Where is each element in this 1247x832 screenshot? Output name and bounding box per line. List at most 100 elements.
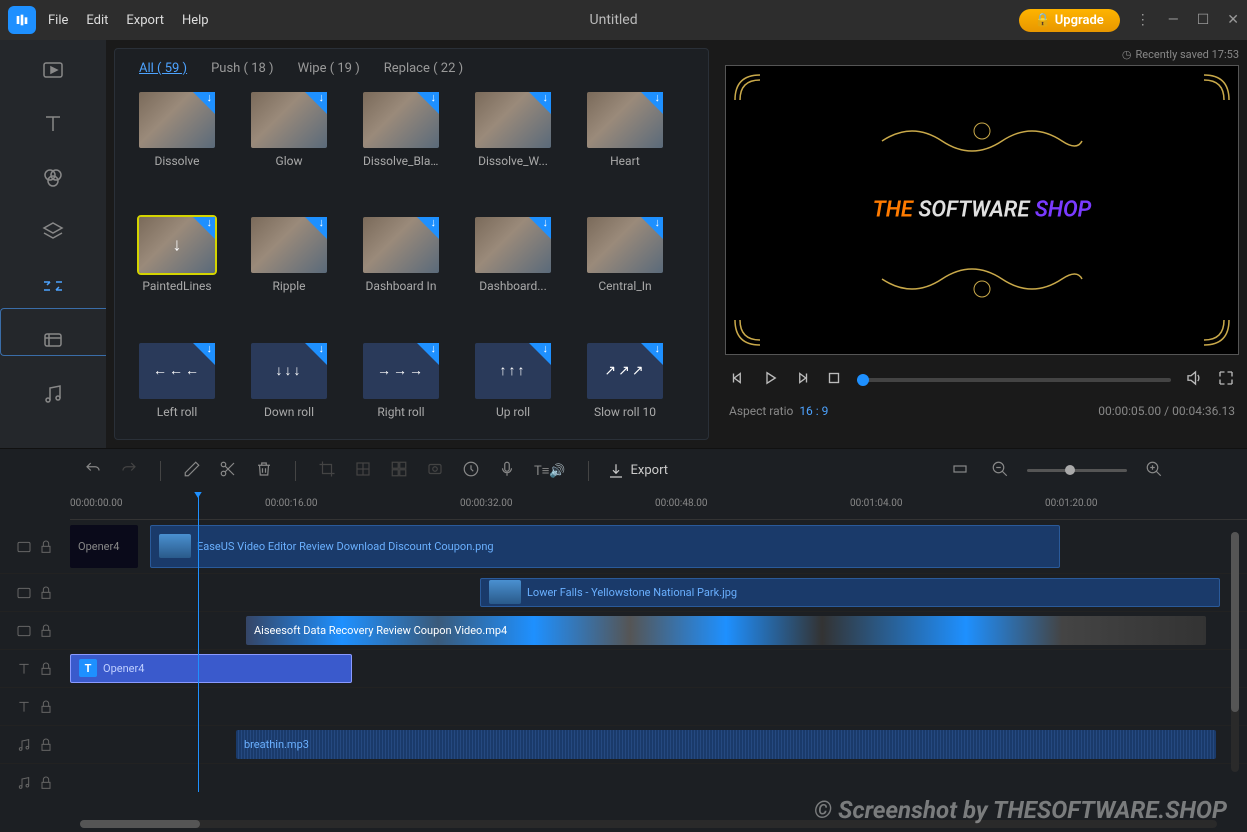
split-button[interactable]: [215, 456, 241, 485]
text-speech-button[interactable]: T≡🔊: [530, 459, 570, 483]
horizontal-scrollbar[interactable]: [80, 820, 1217, 828]
prev-frame-button[interactable]: [729, 369, 747, 390]
transition-item[interactable]: Glow: [251, 92, 327, 181]
track-head[interactable]: [0, 699, 70, 715]
stop-button[interactable]: [825, 369, 843, 390]
transition-item[interactable]: ↓PaintedLines: [139, 217, 215, 306]
fit-button[interactable]: [947, 456, 973, 485]
track-audio-1: breathin.mp3: [0, 726, 1247, 764]
crop-button[interactable]: [314, 456, 340, 485]
track-head[interactable]: [0, 661, 70, 677]
transition-item[interactable]: ↑↑↑Up roll: [475, 343, 551, 432]
transition-item[interactable]: ↗↗↗Slow roll 10: [587, 343, 663, 432]
track-head[interactable]: [0, 539, 70, 555]
next-frame-button[interactable]: [793, 369, 811, 390]
download-icon[interactable]: [417, 217, 439, 239]
maximize-button[interactable]: ☐: [1197, 12, 1210, 28]
clip-png[interactable]: EaseUS Video Editor Review Download Disc…: [150, 525, 1060, 567]
playhead[interactable]: [198, 492, 199, 792]
export-button[interactable]: Export: [607, 462, 669, 480]
download-icon[interactable]: [529, 343, 551, 365]
transition-item[interactable]: Dashboard...: [475, 217, 551, 306]
download-icon[interactable]: [417, 92, 439, 114]
sidebar-filters-icon[interactable]: [39, 164, 67, 192]
transition-item[interactable]: Ripple: [251, 217, 327, 306]
aspect-value[interactable]: 16 : 9: [799, 404, 828, 418]
tab-wipe[interactable]: Wipe ( 19 ): [298, 61, 360, 76]
delete-button[interactable]: [251, 456, 277, 485]
zoom-in-button[interactable]: [1141, 456, 1167, 485]
preview-viewport[interactable]: THE SOFTWARE SHOP: [725, 65, 1239, 355]
tile-button[interactable]: [386, 456, 412, 485]
download-icon[interactable]: [305, 217, 327, 239]
clip-audio[interactable]: breathin.mp3: [236, 730, 1216, 760]
transition-item[interactable]: Central_In: [587, 217, 663, 306]
track-text-1: T Opener4: [0, 650, 1247, 688]
transition-label: Heart: [587, 154, 663, 168]
transition-item[interactable]: Dashboard In: [363, 217, 439, 306]
undo-button[interactable]: [80, 456, 106, 485]
time-ruler[interactable]: 00:00:00.0000:00:16.0000:00:32.0000:00:4…: [70, 492, 1247, 520]
close-button[interactable]: ✕: [1227, 12, 1239, 28]
track-head[interactable]: [0, 737, 70, 753]
transition-item[interactable]: ↓↓↓Down roll: [251, 343, 327, 432]
sidebar-music-icon[interactable]: [39, 380, 67, 408]
speed-button[interactable]: [458, 456, 484, 485]
upgrade-button[interactable]: 🔒 Upgrade: [1019, 9, 1120, 32]
zoom-out-button[interactable]: [987, 456, 1013, 485]
clip-mp4[interactable]: Aiseesoft Data Recovery Review Coupon Vi…: [246, 616, 1206, 646]
menu-edit[interactable]: Edit: [86, 13, 108, 28]
download-icon[interactable]: [641, 217, 663, 239]
track-head[interactable]: [0, 585, 70, 601]
transition-item[interactable]: →→→Right roll: [363, 343, 439, 432]
fullscreen-icon[interactable]: [1217, 369, 1235, 390]
menu-file[interactable]: File: [48, 13, 68, 28]
volume-icon[interactable]: [1185, 369, 1203, 390]
edit-button[interactable]: [179, 456, 205, 485]
transition-item[interactable]: Dissolve_Bla...: [363, 92, 439, 181]
redo-button[interactable]: [116, 456, 142, 485]
seek-bar[interactable]: [857, 378, 1171, 382]
freeze-button[interactable]: [422, 456, 448, 485]
clip-jpg[interactable]: Lower Falls - Yellowstone National Park.…: [480, 578, 1220, 608]
transition-item[interactable]: Heart: [587, 92, 663, 181]
transition-label: Glow: [251, 154, 327, 168]
download-icon[interactable]: [417, 343, 439, 365]
play-button[interactable]: [761, 369, 779, 390]
download-icon[interactable]: [641, 343, 663, 365]
track-head[interactable]: [0, 623, 70, 639]
menu-bar: File Edit Export Help: [48, 13, 209, 28]
minimize-button[interactable]: —: [1168, 12, 1179, 28]
track-video-3: Aiseesoft Data Recovery Review Coupon Vi…: [0, 612, 1247, 650]
download-icon[interactable]: [193, 343, 215, 365]
download-icon[interactable]: [193, 217, 215, 239]
tab-all[interactable]: All ( 59 ): [139, 61, 187, 76]
more-icon[interactable]: ⋮: [1136, 12, 1150, 28]
tab-push[interactable]: Push ( 18 ): [211, 61, 274, 76]
zoom-slider[interactable]: [1027, 469, 1127, 472]
vertical-scrollbar[interactable]: [1231, 532, 1239, 772]
transition-item[interactable]: Dissolve_W...: [475, 92, 551, 181]
sidebar-media-icon[interactable]: [39, 56, 67, 84]
track-head[interactable]: [0, 775, 70, 791]
download-icon[interactable]: [529, 217, 551, 239]
voiceover-button[interactable]: [494, 456, 520, 485]
download-icon[interactable]: [305, 343, 327, 365]
clip-text-opener[interactable]: T Opener4: [70, 654, 352, 684]
sidebar-text-icon[interactable]: [39, 110, 67, 138]
transitions-grid[interactable]: Dissolve Glow Dissolve_Bla... Dissolve_W...…: [131, 92, 692, 432]
download-icon[interactable]: [193, 92, 215, 114]
sidebar-transitions-icon[interactable]: [39, 272, 67, 300]
mosaic-button[interactable]: [350, 456, 376, 485]
track-audio-2: [0, 764, 1247, 800]
transition-item[interactable]: ←←←Left roll: [139, 343, 215, 432]
download-icon[interactable]: [641, 92, 663, 114]
sidebar-overlays-icon[interactable]: [39, 218, 67, 246]
menu-help[interactable]: Help: [182, 13, 209, 28]
clip-opener[interactable]: Opener4: [70, 525, 138, 567]
download-icon[interactable]: [305, 92, 327, 114]
menu-export[interactable]: Export: [126, 13, 164, 28]
transition-item[interactable]: Dissolve: [139, 92, 215, 181]
tab-replace[interactable]: Replace ( 22 ): [384, 61, 463, 76]
download-icon[interactable]: [529, 92, 551, 114]
